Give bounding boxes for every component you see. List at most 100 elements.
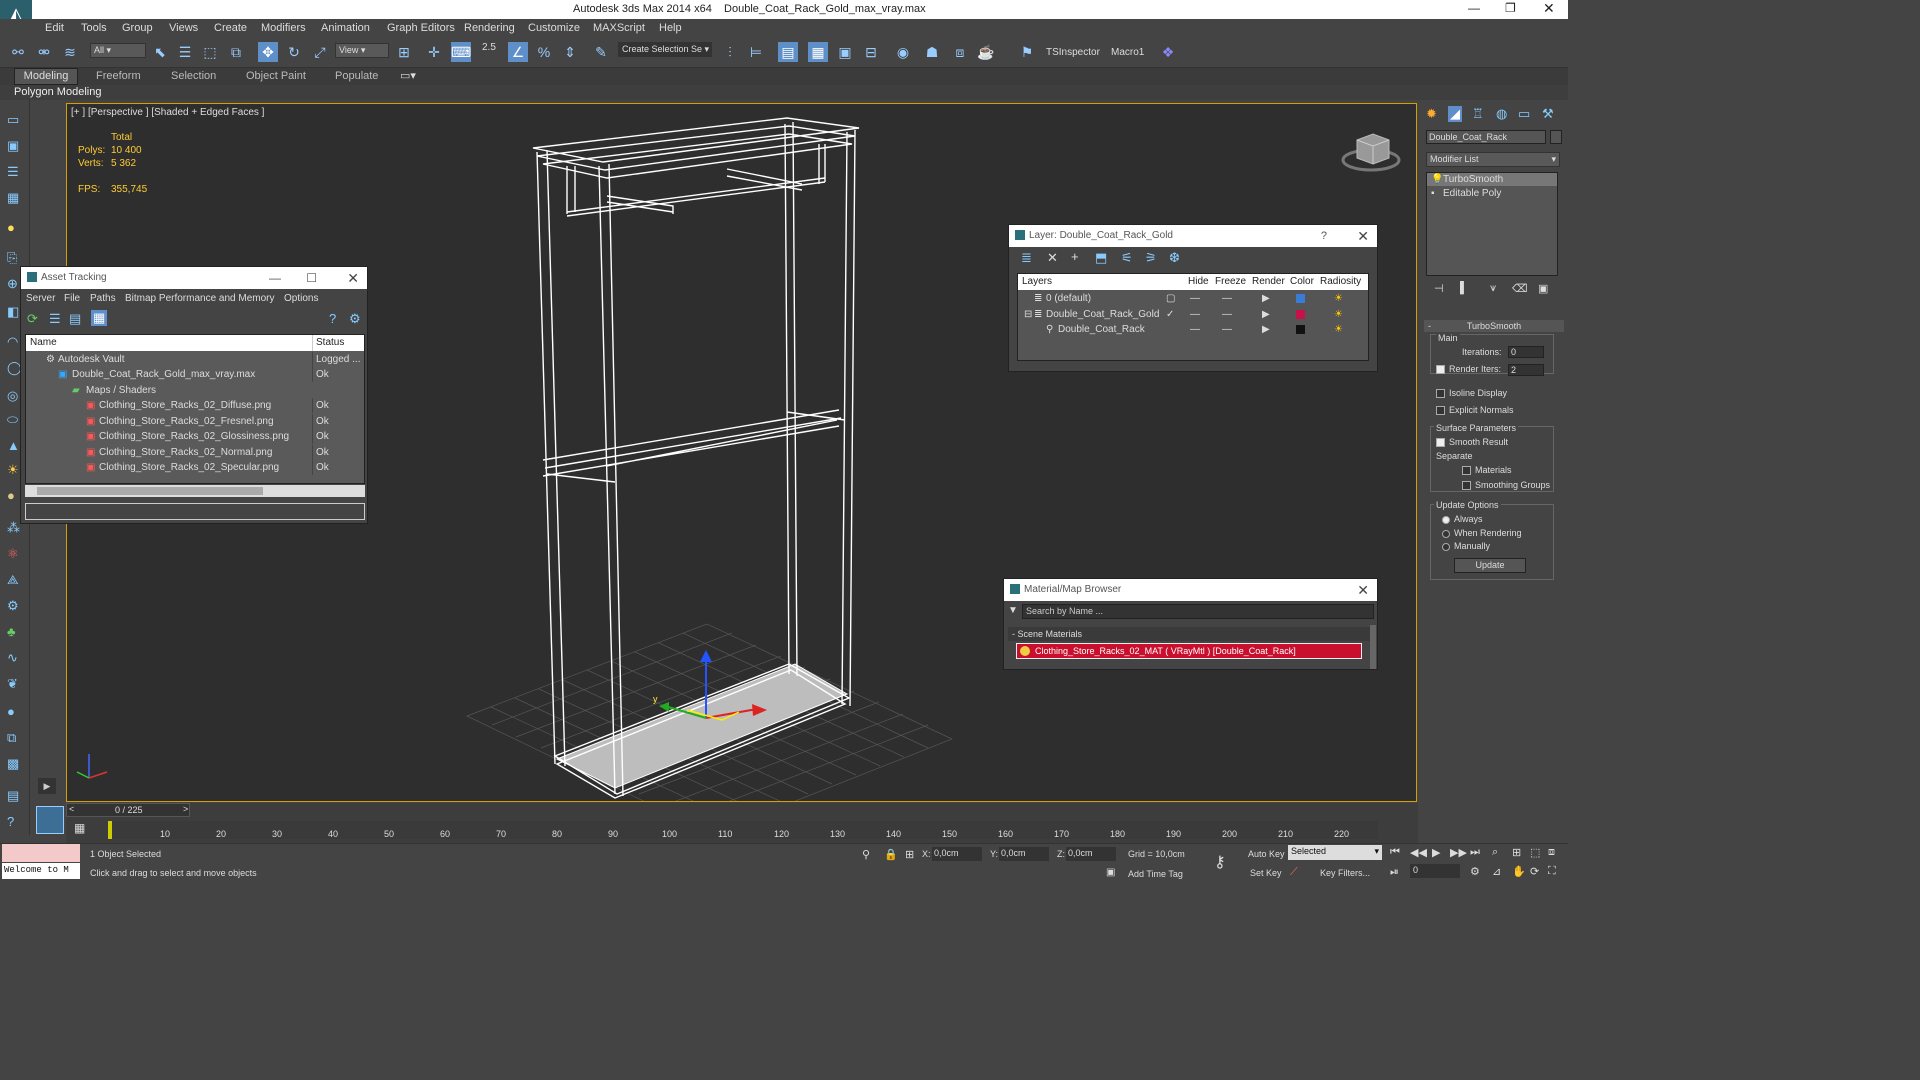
material-browser-titlebar[interactable]: Material/Map Browser ✕ xyxy=(1004,579,1377,601)
scale-icon[interactable]: ⤢ xyxy=(310,42,330,62)
layer-color-swatch[interactable] xyxy=(1296,325,1305,334)
gear-icon[interactable]: ⚙ xyxy=(7,598,19,614)
explicit-normals-checkbox[interactable]: Explicit Normals xyxy=(1436,405,1514,416)
tab-selection[interactable]: Selection xyxy=(171,70,216,82)
pan-icon[interactable]: ✋ xyxy=(1512,865,1526,878)
go-to-end-icon[interactable]: ⏭ xyxy=(1470,846,1480,859)
layer-color-swatch[interactable] xyxy=(1296,310,1305,319)
polygon-modeling-label[interactable]: Polygon Modeling xyxy=(14,86,101,98)
help-button[interactable]: ? xyxy=(1321,225,1327,247)
tab-freeform[interactable]: Freeform xyxy=(96,70,141,82)
time-configuration-icon[interactable]: ⚙ xyxy=(1470,865,1480,878)
layer-explorer-icon[interactable]: ▦ xyxy=(808,42,828,62)
col-status[interactable]: Status xyxy=(312,335,344,351)
auto-key-button[interactable]: Auto Key xyxy=(1248,849,1285,859)
close-button[interactable]: ✕ xyxy=(1357,225,1369,247)
show-end-result-icon[interactable]: ▌ xyxy=(1460,282,1468,294)
zoom-extents-icon[interactable]: ⬚ xyxy=(1530,846,1540,859)
move-icon[interactable]: ✥ xyxy=(258,42,278,62)
key-mode-toggle-icon[interactable]: ⏯ xyxy=(1390,866,1399,879)
pivot-icon[interactable]: ⊞ xyxy=(394,42,414,62)
vertical-scrollbar[interactable] xyxy=(1370,625,1376,669)
stack-item-turbosmooth[interactable]: 💡 TurboSmooth xyxy=(1427,173,1557,186)
zoom-all-icon[interactable]: ⊞ xyxy=(1512,846,1521,859)
table-row[interactable]: ▰ Maps / Shaders xyxy=(26,383,364,398)
light-icon[interactable]: ● xyxy=(7,220,15,235)
curve-editor-icon[interactable]: ▣ xyxy=(835,42,855,62)
maximize-button[interactable]: ☐ xyxy=(306,267,317,289)
refresh-icon[interactable]: ⟳ xyxy=(27,311,38,327)
edit-named-selection-icon[interactable]: ✎ xyxy=(591,42,611,62)
update-button[interactable]: Update xyxy=(1454,558,1526,573)
select-by-name-icon[interactable]: ☰ xyxy=(175,42,195,62)
mini-curve-editor-button[interactable] xyxy=(36,806,64,834)
stack-item-editable-poly[interactable]: ▪ Editable Poly xyxy=(1427,187,1557,200)
script-icon[interactable]: ▤ xyxy=(7,788,19,804)
previous-frame-icon[interactable]: ◀◀ xyxy=(1410,846,1427,859)
rect-selection-icon[interactable]: ⬚ xyxy=(200,42,220,62)
material-editor-icon[interactable]: ◉ xyxy=(893,42,913,62)
ball-icon[interactable]: ● xyxy=(7,704,15,719)
key-mode-dropdown[interactable]: Selected ▾ xyxy=(1288,845,1382,860)
window-crossing-icon[interactable]: ⧉ xyxy=(226,42,246,62)
time-slider[interactable]: < 0 / 225 > xyxy=(66,803,190,817)
render-icon[interactable]: ▩ xyxy=(7,756,19,772)
col-color[interactable]: Color xyxy=(1290,274,1314,289)
current-frame-field[interactable]: 0 xyxy=(1410,864,1460,878)
pin-stack-icon[interactable]: ⊣ xyxy=(1434,282,1444,295)
menu-bitmap-performance[interactable]: Bitmap Performance and Memory xyxy=(125,293,275,304)
smoothing-groups-checkbox[interactable]: Smoothing Groups xyxy=(1462,480,1550,491)
macro-label[interactable]: Macro1 xyxy=(1111,47,1144,58)
select-object-icon[interactable]: ⬉ xyxy=(150,42,170,62)
menu-maxscript[interactable]: MAXScript xyxy=(593,19,645,34)
helper-icon[interactable]: ⊕ xyxy=(7,276,18,292)
particle-icon[interactable]: ⁂ xyxy=(7,520,20,536)
bind-space-warp-icon[interactable]: ≋ xyxy=(60,42,80,62)
menu-views[interactable]: Views xyxy=(169,19,198,34)
col-render[interactable]: Render xyxy=(1252,274,1285,289)
render-teapot-icon[interactable]: ☕ xyxy=(976,42,996,62)
disc-icon[interactable]: ● xyxy=(7,488,15,503)
maxscript-mini-listener[interactable] xyxy=(2,844,80,862)
menu-tools[interactable]: Tools xyxy=(81,19,107,34)
expand-toolbar-button[interactable]: ▶ xyxy=(38,778,56,794)
create-tab-icon[interactable]: ✹ xyxy=(1426,106,1437,122)
selection-lock-icon[interactable]: 🔒 xyxy=(884,848,898,861)
browser-options-icon[interactable]: ▼ xyxy=(1008,605,1018,616)
layers-icon[interactable]: ⧉ xyxy=(7,730,16,746)
z-coordinate-field[interactable]: 0,0cm xyxy=(1066,847,1116,861)
foliage-icon[interactable]: ♣ xyxy=(7,624,16,639)
zoom-icon[interactable]: ⌕ xyxy=(1492,846,1498,859)
asset-tracking-titlebar[interactable]: Asset Tracking — ☐ ✕ xyxy=(21,267,367,289)
maximize-button[interactable]: ❐ xyxy=(1505,1,1516,15)
material-item[interactable]: Clothing_Store_Racks_02_MAT ( VRayMtl ) … xyxy=(1016,643,1362,659)
material-search-input[interactable]: Search by Name ... xyxy=(1022,604,1374,619)
utilities-tab-icon[interactable]: ⚒ xyxy=(1542,106,1554,122)
layer-row[interactable]: ⊟ ≣ Double_Coat_Rack_Gold ✓ — — ▶ ☀ xyxy=(1018,307,1368,322)
percent-snap-icon[interactable]: % xyxy=(534,42,554,62)
schematic-view-icon[interactable]: ⊟ xyxy=(861,42,881,62)
macro-diamond-icon[interactable]: ❖ xyxy=(1158,42,1178,62)
col-freeze[interactable]: Freeze xyxy=(1215,274,1246,289)
ribbon-options-icon[interactable]: ▭▾ xyxy=(400,69,416,82)
angle-snap-icon[interactable]: ∠ xyxy=(508,42,528,62)
time-slider-prev-icon[interactable]: < xyxy=(69,804,74,814)
key-filters-button[interactable]: Key Filters... xyxy=(1320,868,1370,878)
camera-icon[interactable]: ⎘ xyxy=(7,250,17,266)
container-icon[interactable]: ▣ xyxy=(7,138,19,154)
torus-icon[interactable]: ◎ xyxy=(7,388,18,404)
highlight-icon[interactable]: ⚟ xyxy=(1121,250,1133,266)
snap-toggle[interactable]: 2.5 xyxy=(482,42,496,53)
close-button[interactable]: ✕ xyxy=(1357,579,1369,601)
layer-row[interactable]: ⚲ Double_Coat_Rack — — ▶ ☀ xyxy=(1018,322,1368,337)
col-name[interactable]: Name xyxy=(30,335,57,350)
menu-file[interactable]: File xyxy=(64,293,80,304)
render-iters-spinner[interactable]: 2 xyxy=(1508,364,1544,376)
tsinspector-label[interactable]: TSInspector xyxy=(1046,47,1100,58)
col-hide[interactable]: Hide xyxy=(1188,274,1209,289)
list-view-icon[interactable]: ☰ xyxy=(49,311,61,327)
viewport-layouts-icon[interactable]: ▭ xyxy=(7,112,19,128)
named-selection-set-dropdown[interactable]: Create Selection Se ▾ xyxy=(618,42,712,57)
zoom-extents-all-icon[interactable]: ⧈ xyxy=(1548,846,1555,859)
hide-all-icon[interactable]: ⚞ xyxy=(1145,250,1157,266)
